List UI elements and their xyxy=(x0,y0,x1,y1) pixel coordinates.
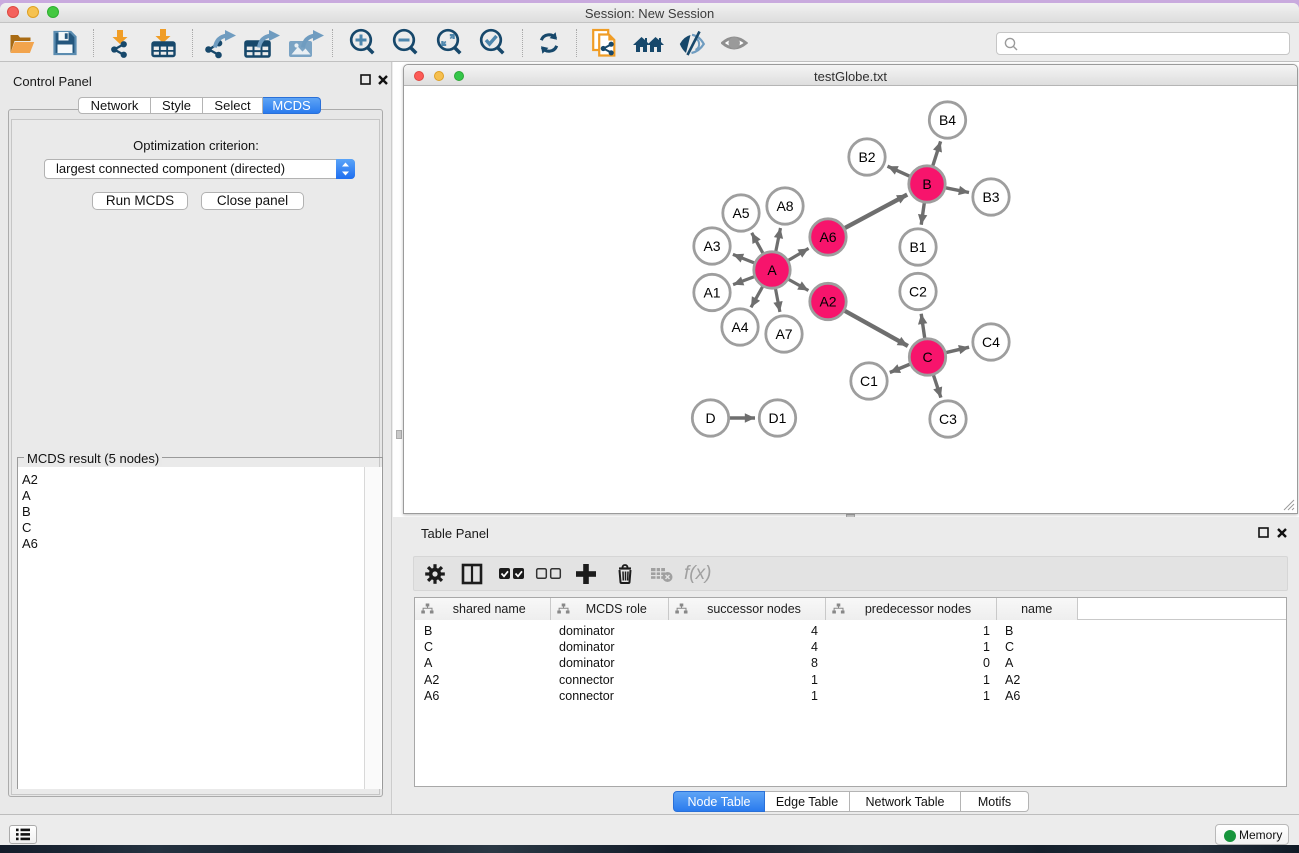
svg-text:A5: A5 xyxy=(732,205,749,221)
svg-text:B3: B3 xyxy=(982,189,999,205)
svg-text:A: A xyxy=(767,262,777,278)
svg-text:C2: C2 xyxy=(909,283,927,299)
svg-text:A1: A1 xyxy=(703,284,720,300)
svg-text:C1: C1 xyxy=(860,373,878,389)
svg-text:B1: B1 xyxy=(909,239,926,255)
svg-text:C: C xyxy=(922,349,932,365)
svg-text:D1: D1 xyxy=(769,410,787,426)
svg-text:D: D xyxy=(705,410,715,426)
svg-text:A2: A2 xyxy=(819,293,836,309)
svg-text:A4: A4 xyxy=(731,319,748,335)
svg-text:f(x): f(x) xyxy=(684,563,711,584)
svg-text:A8: A8 xyxy=(776,198,793,214)
svg-text:A6: A6 xyxy=(819,229,836,245)
svg-text:C4: C4 xyxy=(982,334,1000,350)
svg-text:C3: C3 xyxy=(939,411,957,427)
svg-text:B: B xyxy=(922,176,931,192)
svg-text:A3: A3 xyxy=(703,238,720,254)
svg-text:B2: B2 xyxy=(858,149,875,165)
svg-text:B4: B4 xyxy=(939,112,956,128)
svg-text:A7: A7 xyxy=(775,326,792,342)
